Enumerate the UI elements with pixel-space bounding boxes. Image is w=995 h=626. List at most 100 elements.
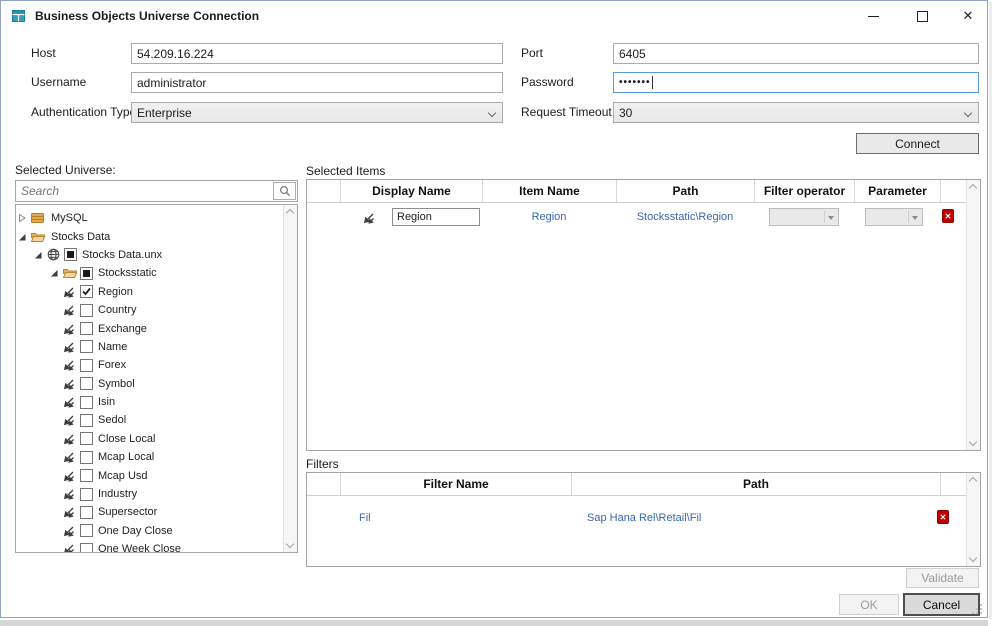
tree-checkbox[interactable] (80, 285, 93, 298)
tree-item[interactable]: Sedol (16, 411, 284, 429)
tree-checkbox[interactable] (80, 432, 93, 445)
tree-checkbox[interactable] (80, 377, 93, 390)
tree-checkbox[interactable] (80, 451, 93, 464)
tree-item[interactable]: Close Local (16, 430, 284, 448)
tree-item-label: Supersector (98, 506, 157, 518)
cancel-button[interactable]: Cancel (903, 593, 980, 616)
tree-checkbox[interactable] (80, 304, 93, 317)
dimension-icon (63, 396, 78, 408)
tree-checkbox[interactable] (80, 414, 93, 427)
close-button[interactable]: ✕ (950, 1, 986, 31)
tree-item-label: One Day Close (98, 525, 173, 537)
selected-universe-label: Selected Universe: (15, 163, 116, 177)
tree-checkbox[interactable] (80, 267, 93, 280)
tree-item[interactable]: MySQL (16, 209, 284, 227)
request-timeout-select[interactable]: 30 (613, 102, 979, 123)
tree-checkbox[interactable] (80, 359, 93, 372)
search-input[interactable] (16, 181, 271, 201)
tree-checkbox[interactable] (64, 248, 77, 261)
tree-item[interactable]: Stocks Data.unx (16, 246, 284, 264)
maximize-icon (917, 11, 928, 22)
tree-checkbox[interactable] (80, 469, 93, 482)
selected-items-label: Selected Items (306, 164, 385, 178)
tree-checkbox[interactable] (80, 506, 93, 519)
tree-item[interactable]: Forex (16, 356, 284, 374)
column-header-item-name[interactable]: Item Name (482, 180, 616, 202)
tree-item[interactable]: Isin (16, 393, 284, 411)
scroll-up-icon[interactable] (286, 209, 294, 217)
universe-icon (47, 248, 62, 261)
maximize-button[interactable] (904, 1, 940, 31)
scroll-down-icon[interactable] (969, 554, 977, 562)
column-header-path[interactable]: Path (616, 180, 754, 202)
column-header (940, 180, 967, 202)
tree-item[interactable]: Mcap Usd (16, 466, 284, 484)
tree-item-label: Isin (98, 396, 115, 408)
delete-item-button[interactable]: ✕ (942, 209, 954, 223)
tree-item[interactable]: Supersector (16, 503, 284, 521)
search-button[interactable] (273, 182, 296, 200)
tree-checkbox[interactable] (80, 524, 93, 537)
scroll-down-icon[interactable] (286, 540, 294, 548)
tree-expander-icon[interactable] (34, 250, 44, 260)
host-label: Host (31, 43, 56, 64)
port-label: Port (521, 43, 543, 64)
filter-operator-select[interactable] (769, 208, 839, 226)
tree-item[interactable]: Country (16, 301, 284, 319)
tree-item[interactable]: Stocksstatic (16, 264, 284, 282)
tree-item[interactable]: Exchange (16, 319, 284, 337)
tree-expander-icon[interactable] (18, 232, 28, 242)
password-input[interactable]: ••••••• (613, 72, 979, 93)
connect-button[interactable]: Connect (856, 133, 979, 154)
text-caret (652, 76, 653, 89)
minimize-button[interactable] (855, 1, 891, 31)
tree-scrollbar[interactable] (283, 205, 297, 552)
database-icon (31, 212, 46, 224)
dimension-icon (63, 414, 78, 426)
tree-item[interactable]: One Week Close (16, 540, 284, 552)
validate-button[interactable]: Validate (906, 568, 979, 588)
tree-checkbox[interactable] (80, 322, 93, 335)
tree-item-label: Mcap Usd (98, 470, 148, 482)
tree-item[interactable]: Stocks Data (16, 227, 284, 245)
resize-grip[interactable] (972, 602, 984, 614)
scroll-up-icon[interactable] (969, 184, 977, 192)
dimension-icon (63, 359, 78, 371)
username-input[interactable] (131, 72, 503, 93)
display-name-input[interactable] (392, 208, 480, 226)
host-input[interactable] (131, 43, 503, 64)
tree-checkbox[interactable] (80, 488, 93, 501)
column-header-filter-path[interactable]: Path (571, 473, 940, 495)
auth-type-select[interactable]: Enterprise (131, 102, 503, 123)
folder-icon (31, 231, 46, 243)
tree-item[interactable]: One Day Close (16, 522, 284, 540)
tree-checkbox[interactable] (80, 543, 93, 552)
port-input[interactable] (613, 43, 979, 64)
selected-items-scrollbar[interactable] (966, 180, 980, 450)
filters-scrollbar[interactable] (966, 473, 980, 566)
tree-checkbox[interactable] (80, 340, 93, 353)
column-header-filter-operator[interactable]: Filter operator (754, 180, 854, 202)
tree-item[interactable]: Mcap Local (16, 448, 284, 466)
titlebar[interactable]: Business Objects Universe Connection ✕ (1, 1, 987, 31)
parameter-select[interactable] (865, 208, 923, 226)
tree-item[interactable]: Region (16, 283, 284, 301)
delete-filter-button[interactable]: ✕ (937, 510, 949, 524)
column-header-display-name[interactable]: Display Name (340, 180, 482, 202)
scroll-up-icon[interactable] (969, 477, 977, 485)
filters-grid: Filter Name Path Fil Sap Hana Rel\Retail… (306, 472, 981, 567)
scroll-down-icon[interactable] (969, 438, 977, 446)
tree-item-label: MySQL (51, 212, 88, 224)
tree-expander-icon[interactable] (50, 268, 60, 278)
tree-item-label: Sedol (98, 414, 126, 426)
ok-button[interactable]: OK (839, 594, 899, 615)
item-name-cell: Region (482, 211, 616, 223)
dialog-window: Business Objects Universe Connection ✕ H… (0, 0, 988, 618)
tree-expander-icon[interactable] (18, 213, 28, 223)
tree-item[interactable]: Industry (16, 485, 284, 503)
tree-item[interactable]: Name (16, 338, 284, 356)
tree-item[interactable]: Symbol (16, 375, 284, 393)
tree-checkbox[interactable] (80, 396, 93, 409)
column-header-parameter[interactable]: Parameter (854, 180, 940, 202)
column-header-filter-name[interactable]: Filter Name (340, 473, 571, 495)
